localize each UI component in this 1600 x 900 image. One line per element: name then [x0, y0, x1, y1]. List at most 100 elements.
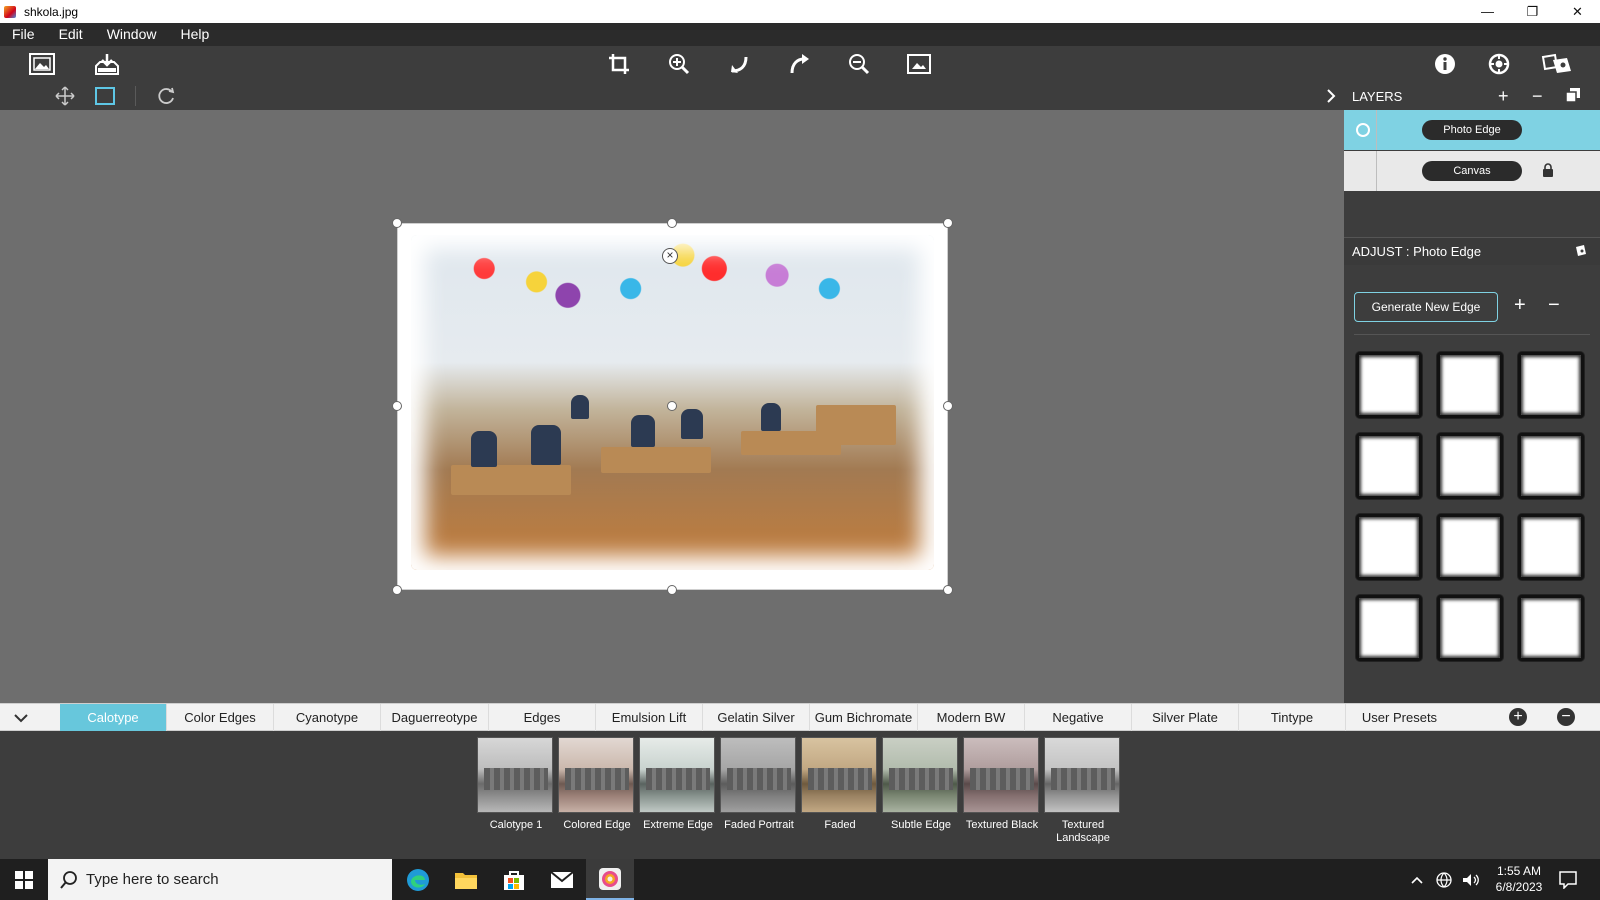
preset-calotype-1[interactable]: Calotype 1	[477, 737, 555, 832]
microsoft-store-icon[interactable]	[490, 859, 538, 900]
preset-colored-edge[interactable]: Colored Edge	[558, 737, 636, 832]
add-preset-button[interactable]: +	[1509, 708, 1527, 726]
edge-style-thumbnail[interactable]	[1356, 595, 1422, 661]
photo-app-taskbar-icon[interactable]	[586, 859, 634, 900]
maximize-button[interactable]: ❐	[1510, 0, 1555, 23]
resize-handle-bottom[interactable]	[667, 585, 677, 595]
preset-thumbnail	[558, 737, 634, 813]
preset-label: Faded	[824, 819, 856, 831]
preset-faded-portrait[interactable]: Faded Portrait	[720, 737, 798, 832]
preset-thumbnail	[720, 737, 796, 813]
edge-style-thumbnail[interactable]	[1356, 514, 1422, 580]
rotate-tool-icon[interactable]	[155, 85, 177, 107]
duplicate-layer-icon[interactable]	[1565, 86, 1580, 106]
resize-handle-top[interactable]	[667, 218, 677, 228]
generate-new-edge-button[interactable]: Generate New Edge	[1354, 292, 1498, 322]
edge-style-thumbnail[interactable]	[1518, 352, 1584, 418]
notifications-icon[interactable]	[1546, 859, 1590, 900]
windows-start-icon[interactable]	[0, 859, 48, 900]
tool-options-bar	[0, 82, 1344, 110]
resize-handle-top-right[interactable]	[943, 218, 953, 228]
resize-handle-top-left[interactable]	[392, 218, 402, 228]
main-toolbar	[0, 46, 1600, 82]
menu-file[interactable]: File	[0, 23, 47, 46]
edge-style-thumbnail[interactable]	[1437, 595, 1503, 661]
layer-row-canvas[interactable]: Canvas	[1344, 151, 1600, 191]
zoom-in-icon[interactable]	[666, 52, 692, 76]
add-edge-button[interactable]: +	[1514, 294, 1526, 317]
center-handle[interactable]	[667, 401, 677, 411]
info-icon[interactable]	[1432, 52, 1458, 76]
settings-icon[interactable]	[1486, 52, 1512, 76]
tab-silver-plate[interactable]: Silver Plate	[1132, 704, 1239, 731]
minimize-button[interactable]: —	[1465, 0, 1510, 23]
tab-tintype[interactable]: Tintype	[1239, 704, 1346, 731]
tab-emulsion-lift[interactable]: Emulsion Lift	[596, 704, 703, 731]
save-export-icon[interactable]	[93, 52, 121, 76]
tab-calotype[interactable]: Calotype	[60, 704, 167, 731]
crop-icon[interactable]	[606, 52, 632, 76]
remove-preset-button[interactable]: −	[1557, 708, 1575, 726]
canvas-area[interactable]: ×	[0, 110, 1344, 703]
edge-style-thumbnail[interactable]	[1356, 433, 1422, 499]
fit-to-screen-icon[interactable]	[906, 52, 932, 76]
remove-layer-close-icon[interactable]: ×	[662, 248, 678, 264]
move-tool-icon[interactable]	[54, 85, 76, 107]
edge-style-thumbnail[interactable]	[1518, 514, 1584, 580]
zoom-out-icon[interactable]	[846, 52, 872, 76]
edge-style-thumbnail[interactable]	[1437, 352, 1503, 418]
preset-faded[interactable]: Faded	[801, 737, 879, 832]
show-hidden-icons-chevron-up-icon[interactable]	[1410, 873, 1424, 887]
network-globe-icon[interactable]	[1436, 871, 1452, 888]
tab-modern-bw[interactable]: Modern BW	[918, 704, 1025, 731]
windows-taskbar: Type here to search 1:55 AM 6/8/2023	[0, 859, 1600, 900]
edge-style-thumbnail[interactable]	[1437, 514, 1503, 580]
edge-style-thumbnail[interactable]	[1437, 433, 1503, 499]
preset-subtle-edge[interactable]: Subtle Edge	[882, 737, 960, 832]
layer-divider	[1376, 151, 1377, 191]
remove-edge-button[interactable]: −	[1548, 294, 1560, 317]
preset-extreme-edge[interactable]: Extreme Edge	[639, 737, 717, 832]
add-layer-button[interactable]: +	[1498, 86, 1509, 106]
layer-visibility-radio[interactable]	[1356, 123, 1370, 137]
resize-handle-bottom-right[interactable]	[943, 585, 953, 595]
adjust-presets-icon[interactable]	[1574, 244, 1590, 260]
open-image-icon[interactable]	[28, 52, 56, 76]
tab-gelatin-silver[interactable]: Gelatin Silver	[703, 704, 810, 731]
presets-icon[interactable]	[1540, 52, 1574, 76]
taskbar-clock[interactable]: 1:55 AM 6/8/2023	[1484, 863, 1554, 895]
tab-edges[interactable]: Edges	[489, 704, 596, 731]
menu-edit[interactable]: Edit	[47, 23, 95, 46]
collapse-panel-chevron-icon[interactable]	[1322, 86, 1340, 106]
resize-handle-left[interactable]	[392, 401, 402, 411]
edge-style-thumbnail[interactable]	[1356, 352, 1422, 418]
resize-handle-bottom-left[interactable]	[392, 585, 402, 595]
edge-style-thumbnail[interactable]	[1518, 595, 1584, 661]
close-button[interactable]: ✕	[1555, 0, 1600, 23]
tab-color-edges[interactable]: Color Edges	[167, 704, 274, 731]
preset-textured-black[interactable]: Textured Black	[963, 737, 1041, 832]
preset-label: Extreme Edge	[643, 819, 713, 831]
undo-icon[interactable]	[726, 52, 752, 76]
lock-icon[interactable]	[1542, 163, 1554, 177]
menu-window[interactable]: Window	[95, 23, 169, 46]
resize-handle-right[interactable]	[943, 401, 953, 411]
remove-layer-button[interactable]: −	[1532, 86, 1543, 106]
taskbar-search-box[interactable]: Type here to search	[48, 859, 392, 900]
redo-icon[interactable]	[786, 52, 812, 76]
tab-gum-bichromate[interactable]: Gum Bichromate	[810, 704, 918, 731]
edge-browser-icon[interactable]	[394, 859, 442, 900]
preset-textured-landscape[interactable]: Textured Landscape	[1044, 737, 1122, 845]
collapse-chevron-down-icon[interactable]	[10, 708, 32, 728]
tab-negative[interactable]: Negative	[1025, 704, 1132, 731]
file-explorer-icon[interactable]	[442, 859, 490, 900]
volume-speaker-icon[interactable]	[1462, 872, 1480, 888]
layer-row-photo-edge[interactable]: Photo Edge	[1344, 110, 1600, 150]
tab-user-presets[interactable]: User Presets	[1346, 704, 1453, 731]
menu-help[interactable]: Help	[168, 23, 221, 46]
tab-daguerreotype[interactable]: Daguerreotype	[381, 704, 489, 731]
tab-cyanotype[interactable]: Cyanotype	[274, 704, 381, 731]
mail-icon[interactable]	[538, 859, 586, 900]
edge-style-thumbnail[interactable]	[1518, 433, 1584, 499]
select-tool-icon[interactable]	[94, 85, 116, 107]
